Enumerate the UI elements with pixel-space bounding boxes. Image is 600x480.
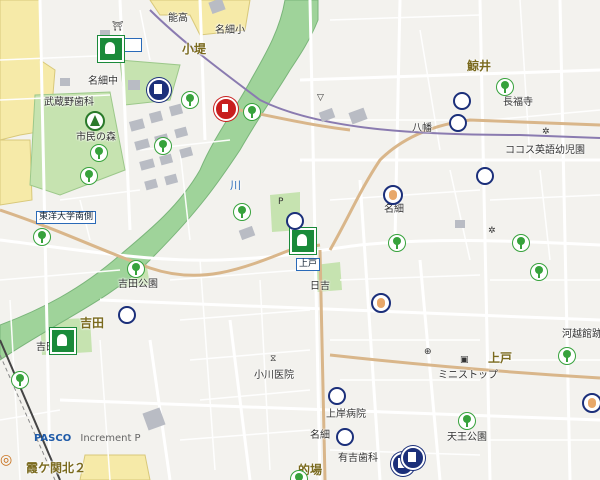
park-icon[interactable] bbox=[90, 144, 108, 162]
place-label-kamido-hospital: 上岸病院 bbox=[326, 409, 366, 420]
recreation-pin-icon[interactable] bbox=[50, 328, 76, 354]
crosswalk-icon: ⧖ bbox=[270, 354, 277, 364]
area-label-kujirai: 鯨井 bbox=[467, 59, 492, 73]
park-icon[interactable] bbox=[458, 412, 476, 430]
place-label-ariyoshi-dental: 有吉歯科 bbox=[338, 453, 378, 464]
place-label-chomyoji: 長福寺 bbox=[503, 97, 533, 108]
kindergarten-icon[interactable] bbox=[383, 185, 403, 205]
forest-icon[interactable] bbox=[85, 111, 105, 131]
temple-icon: ◎ bbox=[0, 452, 13, 468]
station-toyo-univ-south[interactable]: 東洋大学南側 bbox=[36, 211, 97, 224]
place-label-cocos: ココス英語幼児園 bbox=[505, 145, 585, 156]
place-label-ogawa-clinic: 小川医院 bbox=[254, 370, 294, 381]
shield-icon: ▽ bbox=[317, 93, 324, 103]
place-label-musashino-dental: 武蔵野歯科 bbox=[44, 97, 94, 108]
park-icon[interactable] bbox=[154, 137, 172, 155]
place-label-hachiman: 八幡 bbox=[412, 123, 432, 134]
park-icon[interactable] bbox=[181, 91, 199, 109]
school-icon[interactable] bbox=[401, 446, 425, 470]
recreation-pin-icon[interactable] bbox=[98, 36, 124, 62]
place-label-nakoshi-elem: 名細小 bbox=[215, 25, 245, 36]
place-label-nousankou: 能高 bbox=[168, 13, 188, 24]
shrine-icon: ⛩ bbox=[112, 22, 124, 32]
place-label-shimin-mori: 市民の森 bbox=[76, 132, 116, 143]
park-icon[interactable] bbox=[530, 263, 548, 281]
place-label-yoshida-park: 吉田公園 bbox=[118, 279, 158, 290]
park-icon[interactable] bbox=[127, 260, 145, 278]
kindergarten-icon[interactable] bbox=[582, 393, 600, 413]
area-label-yoshida: 吉田 bbox=[80, 316, 105, 330]
hospital-icon[interactable] bbox=[214, 97, 238, 121]
place-label-hiyoshi: 日吉 bbox=[310, 281, 330, 292]
gear-icon: ✲ bbox=[488, 226, 496, 236]
park-icon[interactable] bbox=[80, 167, 98, 185]
park-icon[interactable] bbox=[388, 234, 406, 252]
gear-icon: ✲ bbox=[542, 127, 550, 137]
school-icon[interactable] bbox=[147, 78, 171, 102]
area-label-kasumigaoka: 霞ケ関北２ bbox=[26, 461, 87, 475]
area-label-kamido: 上戸 bbox=[488, 351, 513, 365]
parking-icon: P bbox=[278, 197, 284, 207]
park-icon[interactable] bbox=[558, 347, 576, 365]
place-label-nakoshi-mid: 名細中 bbox=[88, 76, 118, 87]
playground-icon[interactable] bbox=[336, 428, 354, 446]
park-icon[interactable] bbox=[33, 228, 51, 246]
park-icon[interactable] bbox=[243, 103, 261, 121]
credit-brand: PASCO bbox=[34, 433, 72, 444]
playground-icon[interactable] bbox=[453, 92, 471, 110]
place-label-kawagoe-museum: 河越館跡 bbox=[562, 329, 600, 340]
store-icon: ▣ bbox=[460, 355, 469, 365]
park-icon[interactable] bbox=[11, 371, 29, 389]
place-label-ministop: ミニストップ bbox=[438, 370, 498, 381]
place-label-nakade-2: 名細 bbox=[310, 430, 330, 441]
kindergarten-icon[interactable] bbox=[371, 293, 391, 313]
playground-icon[interactable] bbox=[476, 167, 494, 185]
building-icon: ⊕ bbox=[424, 347, 432, 357]
playground-icon[interactable] bbox=[328, 387, 346, 405]
place-label-tenjin-park: 天王公園 bbox=[447, 432, 487, 443]
map-canvas[interactable]: 小堤 鯨井 吉田 上戸 的場 霞ケ関北２ 能高 名細小 名細中 武蔵野歯科 市民… bbox=[0, 0, 600, 480]
recreation-pin-icon[interactable] bbox=[290, 228, 316, 254]
playground-icon[interactable] bbox=[118, 306, 136, 324]
river-label: 川 bbox=[230, 179, 241, 192]
credit-text: Increment P bbox=[80, 433, 141, 444]
area-label-kotsutsumi: 小堤 bbox=[182, 42, 207, 56]
playground-icon[interactable] bbox=[449, 114, 467, 132]
park-icon[interactable] bbox=[512, 234, 530, 252]
park-icon[interactable] bbox=[233, 203, 251, 221]
place-label-nakade: 名細 bbox=[384, 204, 404, 215]
playground-icon[interactable] bbox=[286, 212, 304, 230]
park-icon[interactable] bbox=[496, 78, 514, 96]
map-credit: PASCO Increment P bbox=[34, 433, 141, 444]
station-kamido[interactable]: 上戸 bbox=[296, 258, 321, 271]
